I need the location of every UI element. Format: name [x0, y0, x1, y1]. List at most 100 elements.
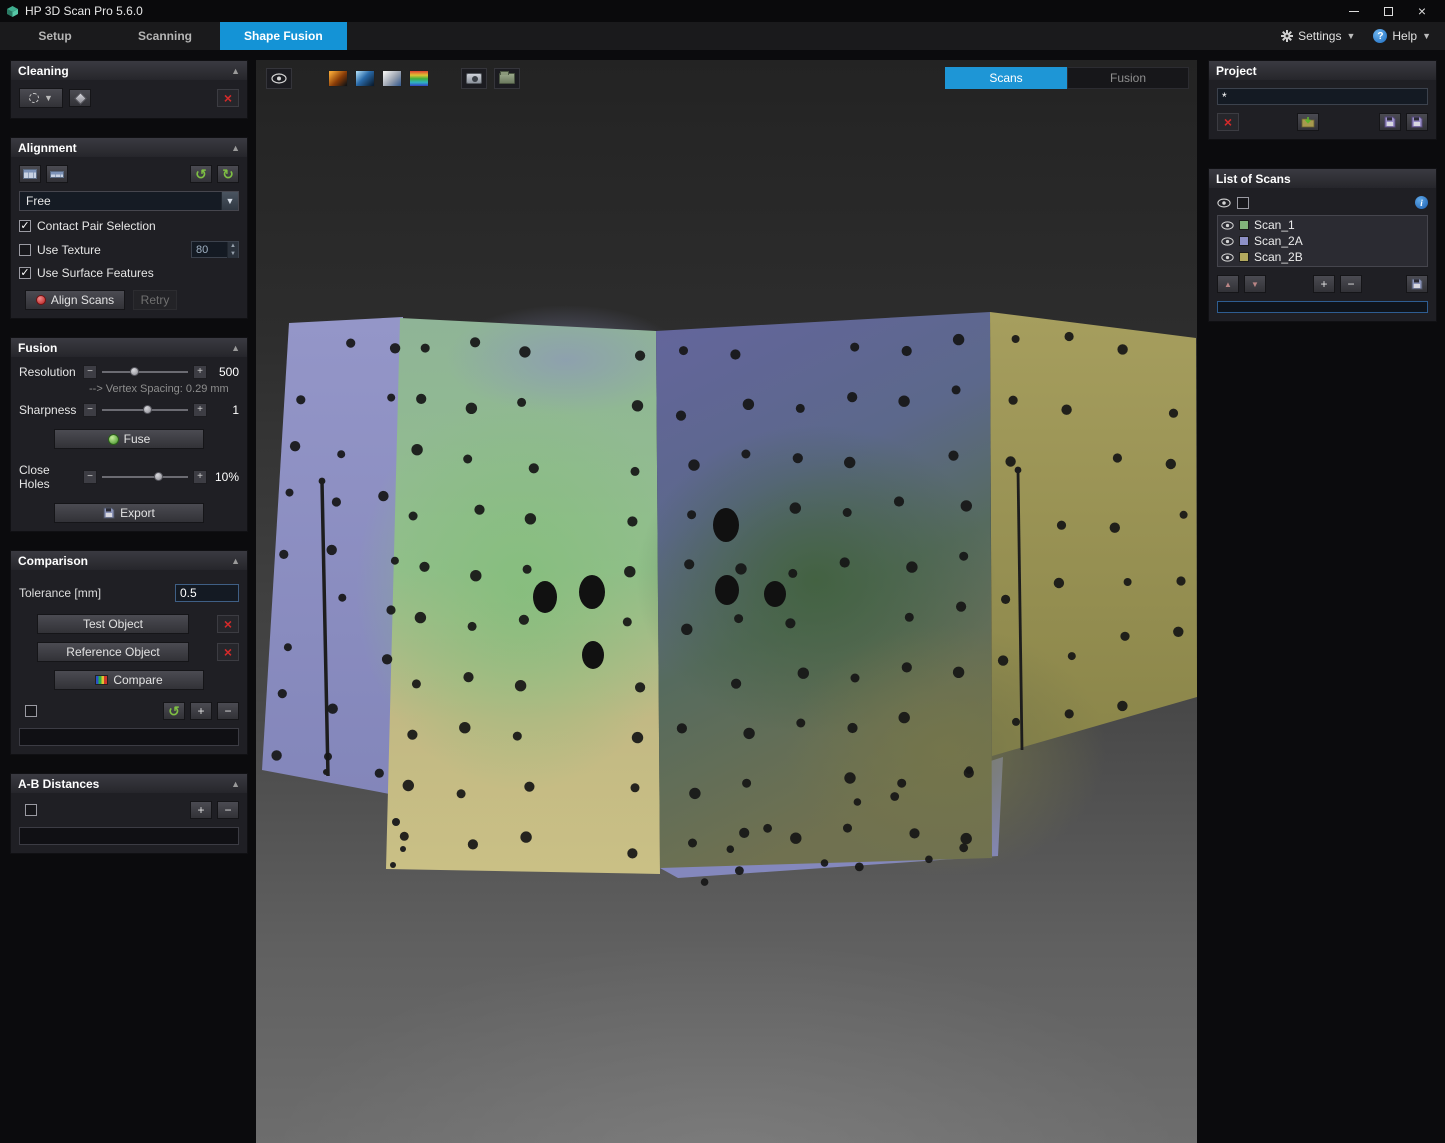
help-menu[interactable]: ? Help ▼ [1373, 29, 1431, 43]
render-mode-colormap-button[interactable] [409, 70, 429, 87]
collapse-icon[interactable]: ▲ [231, 343, 240, 353]
remove-scan-button[interactable]: − [1340, 275, 1362, 293]
texture-threshold-stepper[interactable]: ▲▼ [191, 241, 239, 258]
scans-view-button[interactable]: Scans [945, 67, 1067, 89]
remove-ab-distance-button[interactable]: − [217, 801, 239, 819]
scan-list-item[interactable]: Scan_2A [1218, 233, 1427, 249]
ab-distances-list[interactable] [19, 827, 239, 845]
save-project-button[interactable] [1406, 113, 1428, 131]
resolution-slider[interactable] [102, 371, 188, 373]
resolution-plus-button[interactable]: + [193, 365, 207, 379]
scans-fusion-toggle: Scans Fusion [945, 67, 1189, 89]
sharpness-minus-button[interactable]: − [83, 403, 97, 417]
tab-setup[interactable]: Setup [0, 22, 110, 50]
use-texture-checkbox[interactable] [19, 244, 31, 256]
reference-object-button[interactable]: Reference Object [37, 642, 189, 662]
contact-pair-checkbox[interactable]: ✓ [19, 220, 31, 232]
collapse-icon[interactable]: ▲ [231, 556, 240, 566]
close-button[interactable]: × [1405, 0, 1439, 22]
refresh-comparison-button[interactable]: ↺ [163, 702, 185, 720]
redo-button[interactable]: ↻ [217, 165, 239, 183]
project-panel-header[interactable]: Project [1209, 61, 1436, 80]
scan-render-canvas[interactable] [256, 60, 1197, 1143]
project-name-input[interactable] [1217, 88, 1428, 105]
eye-icon[interactable] [1221, 253, 1234, 262]
scan-list-item[interactable]: Scan_2B [1218, 249, 1427, 265]
compare-button[interactable]: Compare [54, 670, 204, 690]
fusion-panel-header[interactable]: Fusion ▲ [11, 338, 247, 357]
main-tab-bar: Setup Scanning Shape Fusion Settings ▼ ?… [0, 22, 1445, 50]
render-mode-texture-button[interactable] [328, 70, 348, 87]
test-object-button[interactable]: Test Object [37, 614, 189, 634]
add-scan-button[interactable]: + [1313, 275, 1335, 293]
render-mode-shaded-button[interactable] [355, 70, 375, 87]
screenshot-button[interactable] [461, 68, 487, 89]
tolerance-input[interactable] [175, 584, 239, 602]
sharpness-slider[interactable] [102, 409, 188, 411]
spin-down-icon[interactable]: ▼ [227, 250, 238, 258]
comparison-list[interactable] [19, 728, 239, 746]
remove-comparison-button[interactable]: − [217, 702, 239, 720]
spinner-arrows[interactable]: ▲▼ [227, 242, 238, 258]
texture-threshold-input[interactable] [192, 244, 227, 256]
slider-thumb[interactable] [154, 472, 163, 481]
move-scan-down-button[interactable]: ▼ [1244, 275, 1266, 293]
clear-test-object-button[interactable]: × [217, 615, 239, 633]
collapse-icon[interactable]: ▲ [231, 143, 240, 153]
add-comparison-button[interactable]: + [190, 702, 212, 720]
tab-shape-fusion[interactable]: Shape Fusion [220, 22, 347, 50]
sharpness-plus-button[interactable]: + [193, 403, 207, 417]
slider-thumb[interactable] [130, 367, 139, 376]
ab-visibility-checkbox[interactable] [25, 804, 37, 816]
settings-menu[interactable]: Settings ▼ [1281, 29, 1355, 43]
toggle-visibility-button[interactable] [266, 68, 292, 89]
delete-selection-button[interactable]: × [217, 89, 239, 107]
slider-thumb[interactable] [143, 405, 152, 414]
grid-view-button[interactable] [19, 165, 41, 183]
export-button[interactable]: Export [54, 503, 204, 523]
retry-button[interactable]: Retry [133, 290, 177, 310]
deselect-tool-button[interactable] [69, 89, 91, 107]
save-project-as-button[interactable] [1379, 113, 1401, 131]
close-holes-minus-button[interactable]: − [83, 470, 97, 484]
open-folder-button[interactable] [494, 68, 520, 89]
surface-features-checkbox[interactable]: ✓ [19, 267, 31, 279]
save-scan-button[interactable] [1406, 275, 1428, 293]
comparison-panel-header[interactable]: Comparison ▲ [11, 551, 247, 570]
alignment-mode-select[interactable]: Free ▼ [19, 191, 239, 211]
undo-button[interactable]: ↺ [190, 165, 212, 183]
alignment-panel-header[interactable]: Alignment ▲ [11, 138, 247, 157]
eye-icon[interactable] [1221, 221, 1234, 230]
3d-viewport[interactable]: Scans Fusion [256, 60, 1197, 1143]
scan-list-panel-header[interactable]: List of Scans [1209, 169, 1436, 188]
minimize-button[interactable] [1337, 0, 1371, 22]
eye-icon[interactable] [1221, 237, 1234, 246]
selection-tool-dropdown[interactable]: ▼ [19, 88, 63, 108]
comparison-panel: Comparison ▲ Tolerance [mm] Test Object … [10, 550, 248, 755]
close-project-button[interactable]: × [1217, 113, 1239, 131]
cleaning-panel-header[interactable]: Cleaning ▲ [11, 61, 247, 80]
close-holes-slider[interactable] [102, 476, 188, 478]
maximize-button[interactable] [1371, 0, 1405, 22]
fusion-view-button[interactable]: Fusion [1067, 67, 1189, 89]
move-scan-up-button[interactable]: ▲ [1217, 275, 1239, 293]
spin-up-icon[interactable]: ▲ [227, 242, 238, 250]
align-scans-button[interactable]: Align Scans [25, 290, 125, 310]
collapse-icon[interactable]: ▲ [231, 66, 240, 76]
scan-list-item[interactable]: Scan_1 [1218, 217, 1427, 233]
eye-icon[interactable] [1217, 198, 1231, 208]
load-project-button[interactable] [1297, 113, 1319, 131]
render-mode-mesh-button[interactable] [382, 70, 402, 87]
fuse-button[interactable]: Fuse [54, 429, 204, 449]
resolution-minus-button[interactable]: − [83, 365, 97, 379]
ab-distances-panel-header[interactable]: A-B Distances ▲ [11, 774, 247, 793]
close-holes-plus-button[interactable]: + [193, 470, 207, 484]
add-ab-distance-button[interactable]: + [190, 801, 212, 819]
info-icon[interactable]: i [1415, 196, 1428, 209]
comparison-visibility-checkbox[interactable] [25, 705, 37, 717]
clear-reference-object-button[interactable]: × [217, 643, 239, 661]
tab-scanning[interactable]: Scanning [110, 22, 220, 50]
select-all-scans-checkbox[interactable] [1237, 197, 1249, 209]
collapse-icon[interactable]: ▲ [231, 779, 240, 789]
split-view-button[interactable] [46, 165, 68, 183]
